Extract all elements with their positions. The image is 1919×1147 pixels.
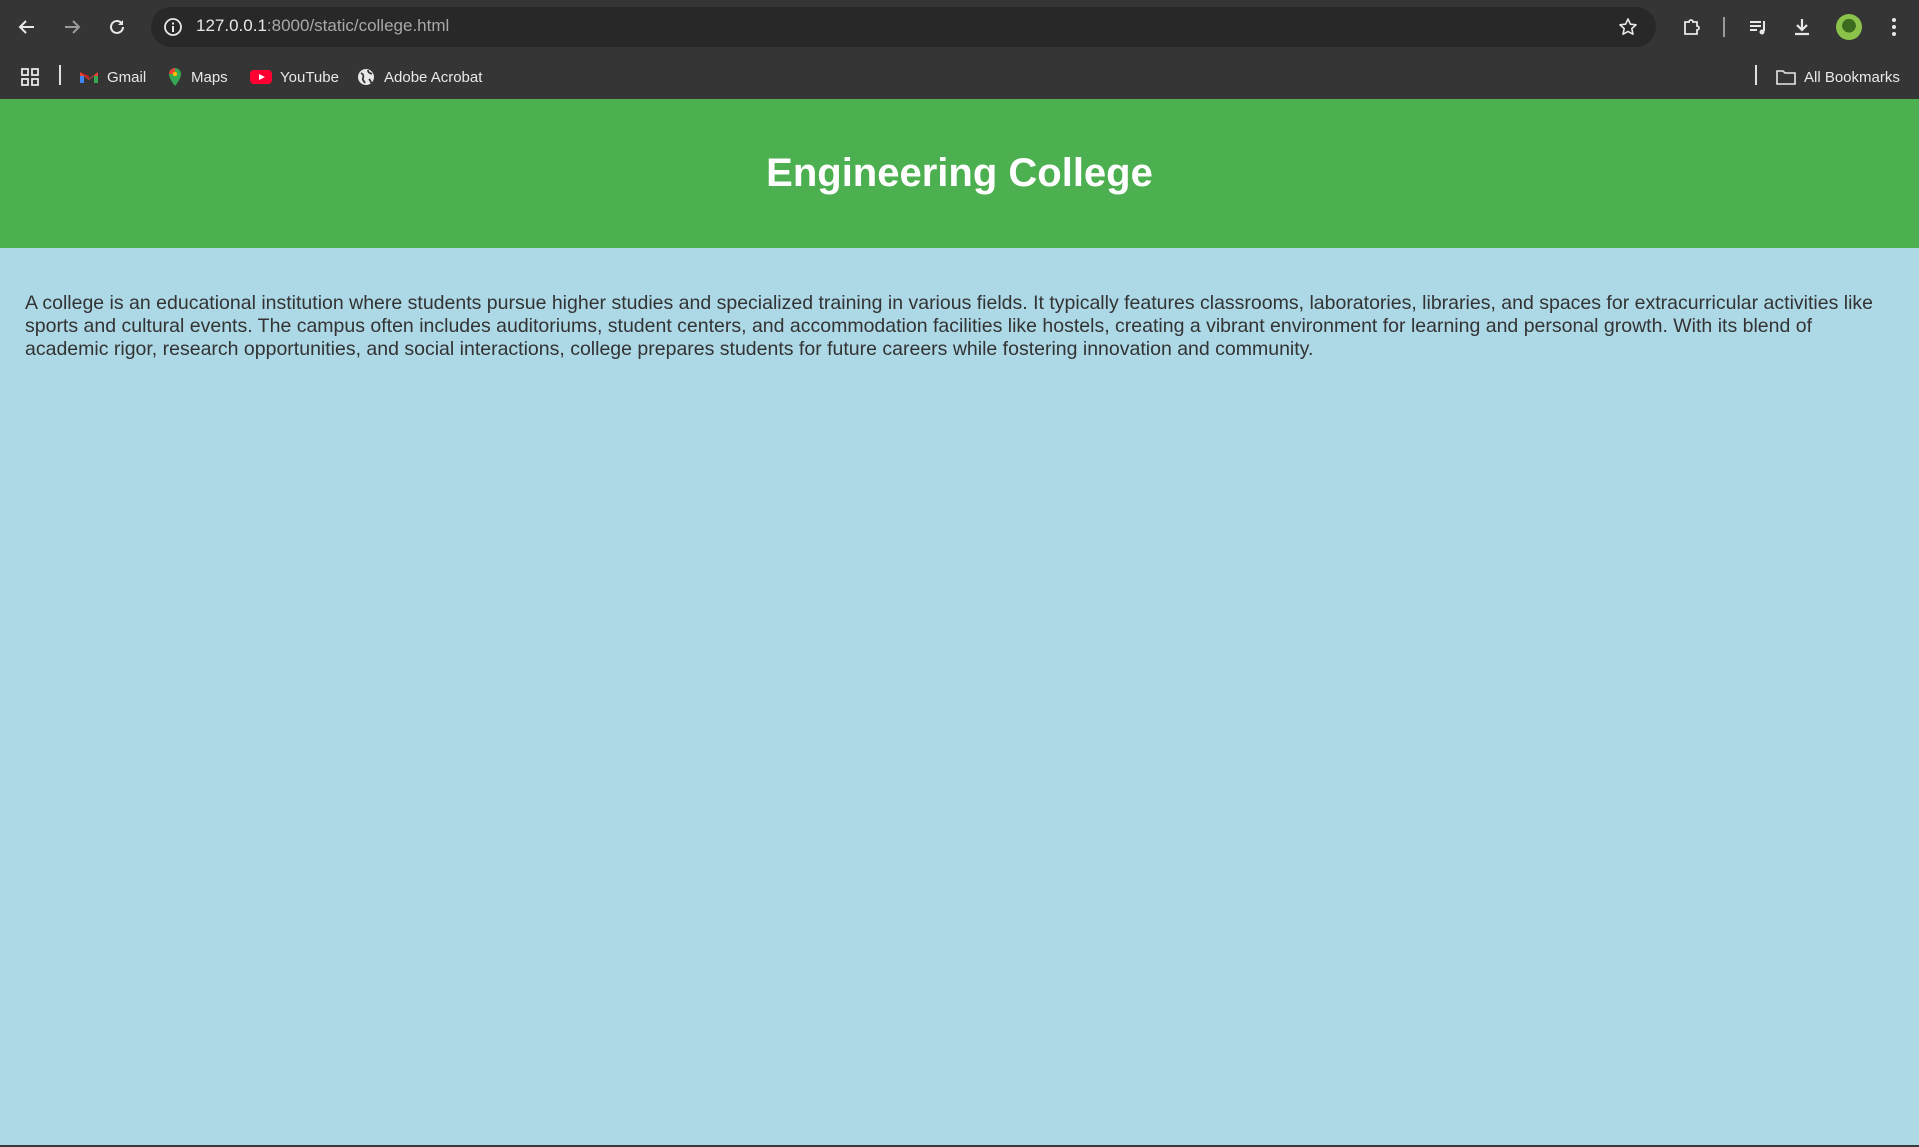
back-arrow-icon (18, 20, 34, 34)
bookmarks-separator (1755, 65, 1757, 85)
profile-avatar[interactable] (1836, 14, 1862, 40)
downloads-button[interactable] (1788, 13, 1816, 41)
media-button[interactable] (1744, 13, 1772, 41)
puzzle-icon (1684, 19, 1700, 35)
bookmark-label: Maps (191, 68, 228, 86)
bookmarks-bar: Gmail Maps YouTube Adobe Acrobat All Boo… (0, 54, 1919, 99)
page-title: Engineering College (766, 151, 1153, 195)
forward-arrow-icon (65, 20, 81, 34)
folder-icon (1776, 70, 1796, 85)
reload-button[interactable] (101, 11, 133, 43)
college-description: A college is an educational institution … (25, 292, 1874, 360)
address-bar[interactable]: 127.0.0.1:8000/static/college.html (151, 7, 1656, 47)
globe-icon (358, 69, 374, 85)
site-info-button[interactable] (160, 14, 186, 40)
back-button[interactable] (11, 11, 43, 43)
all-bookmarks-button[interactable]: All Bookmarks (1776, 65, 1900, 89)
download-icon (1795, 19, 1809, 36)
bookmark-star-button[interactable] (1616, 15, 1640, 39)
forward-button[interactable] (56, 11, 88, 43)
apps-grid-icon (21, 68, 39, 86)
bookmark-youtube[interactable]: YouTube (250, 65, 339, 89)
browser-toolbar: 127.0.0.1:8000/static/college.html (0, 0, 1919, 54)
page-header: Engineering College (0, 99, 1919, 248)
bookmark-label: Adobe Acrobat (384, 68, 483, 86)
extensions-button[interactable] (1678, 13, 1706, 41)
info-icon (164, 18, 182, 36)
bookmark-label: YouTube (280, 68, 339, 86)
media-queue-icon (1750, 21, 1765, 35)
url-text[interactable]: 127.0.0.1:8000/static/college.html (196, 16, 449, 36)
youtube-icon (250, 70, 272, 84)
bookmark-gmail[interactable]: Gmail (79, 65, 146, 89)
url-host: 127.0.0.1 (196, 16, 267, 35)
url-path: :8000/static/college.html (266, 16, 450, 35)
bookmark-adobe-acrobat[interactable]: Adobe Acrobat (356, 65, 482, 89)
gmail-icon (80, 72, 98, 83)
bookmark-maps[interactable]: Maps (167, 65, 228, 89)
toolbar-separator (1723, 17, 1725, 37)
kebab-menu-icon (1892, 18, 1896, 36)
bookmark-label: Gmail (107, 68, 147, 86)
maps-pin-icon (169, 68, 181, 86)
all-bookmarks-label: All Bookmarks (1804, 68, 1900, 86)
star-icon (1619, 18, 1637, 35)
reload-icon (110, 19, 124, 34)
browser-menu-button[interactable] (1880, 13, 1908, 41)
apps-button[interactable] (20, 65, 40, 89)
bookmarks-separator (59, 65, 61, 85)
